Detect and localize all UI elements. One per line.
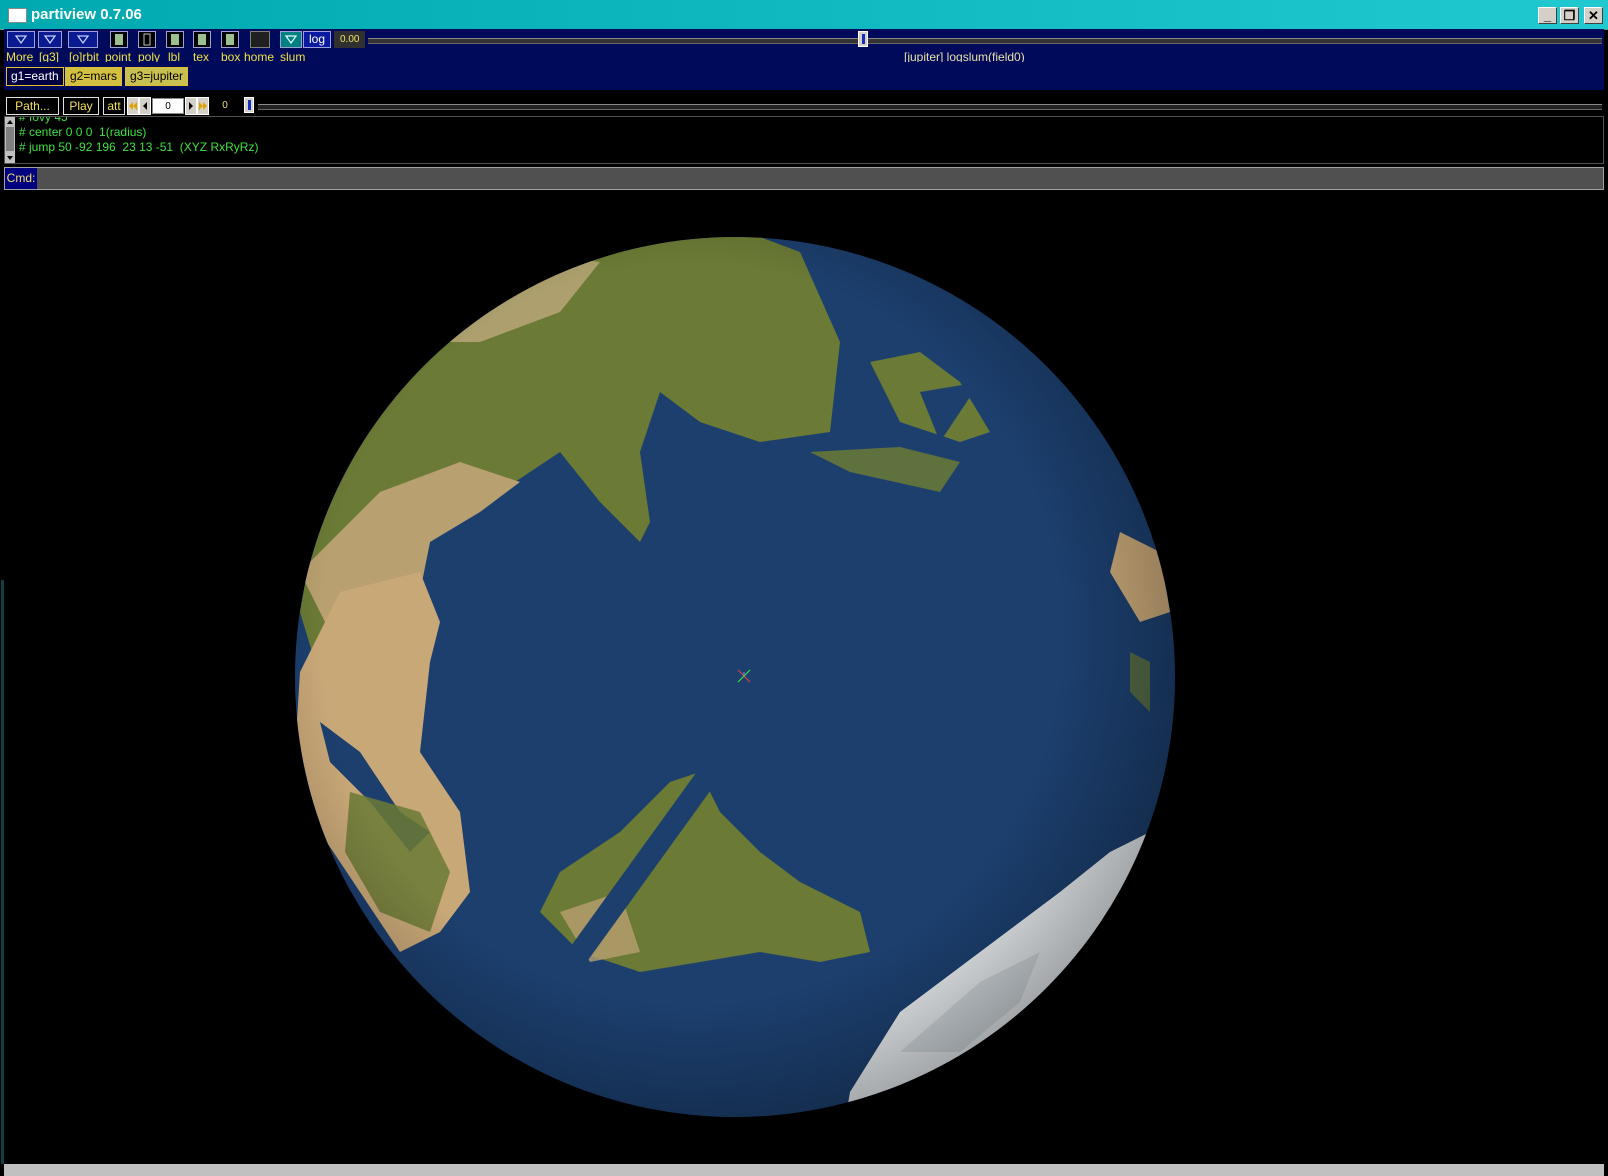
poly-toggle[interactable] — [138, 31, 156, 48]
close-button[interactable]: ✕ — [1584, 7, 1603, 24]
slum-value: 0.00 — [334, 31, 366, 48]
slum-slider-track[interactable] — [368, 38, 1602, 44]
rewind-icon[interactable] — [127, 97, 139, 115]
cmd-label: Cmd: — [5, 168, 37, 189]
earth-globe — [295, 237, 1175, 1117]
log-toggle[interactable]: log — [303, 31, 331, 48]
console-line-fovy: # fovy 45 — [19, 116, 68, 124]
console-line-jump: # jump 50 -92 196 23 13 -51 (XYZ RxRyRz) — [19, 140, 259, 154]
play-button[interactable]: Play — [63, 97, 99, 115]
console-scrollbar[interactable] — [5, 117, 15, 163]
lbl-toggle[interactable] — [166, 31, 184, 48]
left-edge-bar — [1, 580, 4, 1164]
app-icon[interactable] — [8, 8, 27, 23]
frame-slider-track[interactable] — [258, 104, 1602, 110]
tex-toggle[interactable] — [193, 31, 211, 48]
console-line-center: # center 0 0 0 1(radius) — [19, 125, 147, 139]
fast-forward-icon[interactable] — [197, 97, 209, 115]
box-toggle[interactable] — [221, 31, 239, 48]
home-button[interactable] — [250, 31, 270, 48]
path-button[interactable]: Path... — [6, 97, 59, 115]
frame-input[interactable]: 0 — [152, 98, 184, 114]
console-log: # fovy 45 # center 0 0 0 1(radius) # jum… — [4, 116, 1604, 164]
group-row — [4, 62, 1604, 90]
restore-button[interactable]: ❐ — [1560, 7, 1579, 24]
att-button[interactable]: att — [103, 97, 125, 115]
frame-value: 0 — [222, 100, 228, 111]
step-back-icon[interactable] — [139, 97, 151, 115]
frame-slider-thumb[interactable] — [244, 97, 254, 113]
more-dropdown-icon[interactable] — [7, 31, 35, 48]
command-bar: Cmd: — [4, 167, 1604, 190]
point-toggle[interactable] — [110, 31, 128, 48]
group-button-g1[interactable]: g1=earth — [6, 67, 64, 86]
orbit-dropdown-icon[interactable] — [68, 31, 98, 48]
3d-viewport[interactable] — [0, 192, 1608, 1164]
separator — [4, 90, 1604, 94]
slum-dropdown-icon[interactable] — [280, 31, 302, 48]
step-forward-icon[interactable] — [185, 97, 197, 115]
group-button-g3[interactable]: g3=jupiter — [125, 67, 189, 86]
window-title: partiview 0.7.06 — [31, 6, 142, 23]
minimize-button[interactable]: _ — [1538, 7, 1557, 24]
group-dropdown-icon[interactable] — [38, 31, 62, 48]
title-bar: partiview 0.7.06 _ ❐ ✕ — [0, 0, 1608, 30]
group-button-g2[interactable]: g2=mars — [65, 67, 123, 86]
cmd-input[interactable] — [39, 170, 1603, 189]
slum-slider-thumb[interactable] — [858, 31, 868, 47]
bottom-scrollbar[interactable] — [4, 1164, 1604, 1176]
